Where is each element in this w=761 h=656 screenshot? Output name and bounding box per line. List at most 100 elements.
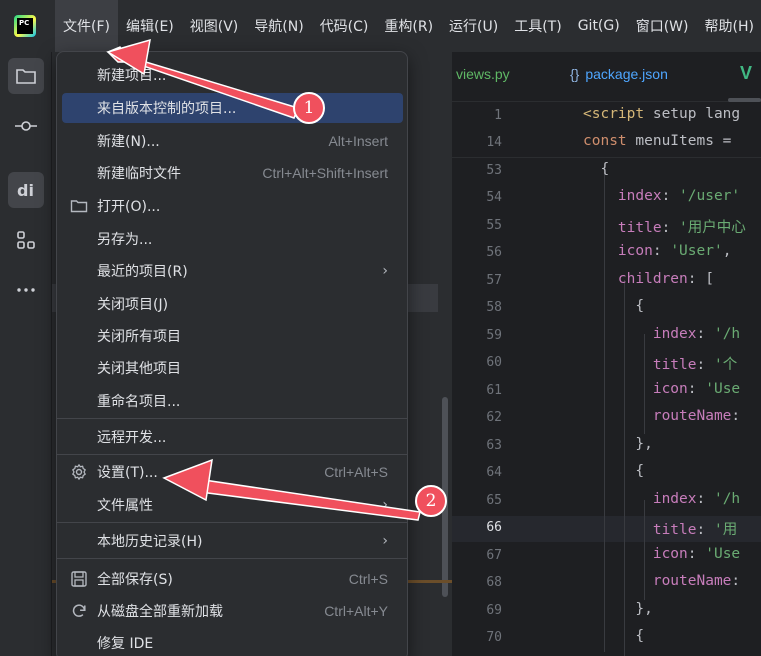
menu-4[interactable]: 代码(C) [312,0,377,52]
file-menu-item[interactable]: 关闭其他项目 [62,353,403,383]
code-editor[interactable]: 1 <script setup lang 14 const menuItems = 53… [452,102,761,656]
line-number: 59 [486,328,502,343]
data-tool-button[interactable]: di [8,172,44,208]
code-line: title: '用 [583,518,737,539]
annotation-badge-1: 1 [293,92,325,124]
folder-icon [70,197,88,215]
file-menu-item[interactable]: 新建项目... [62,60,403,90]
gear-icon [70,463,88,481]
file-menu-item[interactable]: 设置(T)... Ctrl+Alt+S [62,457,403,487]
code-token: '用 [713,522,738,538]
file-menu-dropdown: 新建项目... 来自版本控制的项目... 新建(N)... Alt+Insert 新建临… [56,51,408,656]
commit-icon [15,121,37,131]
data-icon: di [17,181,34,200]
code-line: icon: 'Use [583,546,740,562]
code-line: { [583,161,609,177]
file-menu-item[interactable]: 来自版本控制的项目... [62,93,403,123]
pycharm-logo-icon[interactable]: PC [14,15,36,37]
submenu-chevron-icon: › [382,263,388,279]
code-line: }, [583,601,653,617]
structure-tool-button[interactable] [8,222,44,258]
code-token: 'Use [705,381,741,397]
line-number: 55 [486,218,502,233]
code-line: index: '/h [583,491,740,507]
file-menu-item[interactable]: 修复 IDE [62,628,403,656]
code-line: title: '用户中心 [583,216,746,237]
code-line: children: [ [583,271,714,287]
file-menu-item[interactable]: 全部保存(S) Ctrl+S [62,564,403,594]
line-number: 58 [486,300,502,315]
file-menu-item[interactable]: 打开(O)... [62,191,403,221]
code-token: routeName [583,573,732,589]
file-menu-item-label: 新建(N)... [97,134,160,150]
json-icon: {} [570,66,580,82]
menu-5[interactable]: 重构(R) [376,0,441,52]
menu-3[interactable]: 导航(N) [246,0,311,52]
file-menu-item[interactable]: 从磁盘全部重新加载 Ctrl+Alt+Y [62,596,403,626]
code-line: routeName: [583,573,740,589]
file-menu-item-label: 修复 IDE [97,636,154,652]
file-menu-item[interactable]: 关闭所有项目 [62,321,403,351]
menu-8[interactable]: Git(G) [570,0,628,52]
reload-icon [70,602,88,620]
line-number: 66 [486,520,502,535]
file-menu-item-label: 关闭项目(J) [97,297,169,313]
structure-icon [17,231,35,249]
code-token: { [583,628,645,644]
code-line: <script setup lang [583,106,740,122]
file-menu-item-label: 从磁盘全部重新加载 [97,604,223,620]
code-token: index [583,326,697,342]
menu-0[interactable]: 文件(F) [55,0,118,52]
code-token: routeName [583,408,732,424]
file-menu-item[interactable]: 文件属性 › [62,490,403,520]
file-menu-item[interactable]: 另存为... [62,224,403,254]
file-menu-item[interactable]: 关闭项目(J) [62,289,403,319]
line-number: 62 [486,410,502,425]
code-token: }, [583,601,653,617]
code-token: : [731,408,741,424]
file-menu-item-label: 文件属性 [97,498,153,514]
code-token: '/h [713,326,741,342]
tab-package-json[interactable]: {} package.json [570,66,668,82]
code-token: : [731,573,741,589]
file-menu-item[interactable]: 重命名项目... [62,386,403,416]
menu-7[interactable]: 工具(T) [506,0,569,52]
file-menu-item[interactable]: 最近的项目(R) › [62,256,403,286]
menu-2[interactable]: 视图(V) [182,0,247,52]
code-token: title [583,220,662,236]
commit-tool-button[interactable] [8,108,44,144]
more-tools-button[interactable] [8,272,44,308]
tab-label: package.json [585,66,668,82]
code-token: icon [583,546,688,562]
file-menu-item[interactable]: 本地历史记录(H) › [62,526,403,556]
file-menu-item[interactable]: 远程开发... [62,422,403,452]
code-token: '/user' [679,188,741,204]
code-token: }, [583,436,653,452]
menu-6[interactable]: 运行(U) [441,0,506,52]
code-line: }, [583,436,653,452]
tab-views-py[interactable]: views.py [456,66,510,82]
menu-9[interactable]: 窗口(W) [628,0,697,52]
code-token: { [583,161,610,177]
line-number: 57 [486,273,502,288]
code-token: : [687,546,706,562]
menu-1[interactable]: 编辑(E) [118,0,182,52]
menu-separator [57,558,407,559]
file-menu-item-label: 来自版本控制的项目... [97,101,237,117]
code-token: menuItems = [626,133,732,149]
file-menu-item-label: 关闭所有项目 [97,329,181,345]
line-number: 69 [486,603,502,618]
tab-vue-file[interactable]: V [740,63,752,84]
code-token: icon [583,381,688,397]
project-tool-button[interactable] [8,58,44,94]
line-number: 53 [486,163,502,178]
code-line: index: '/h [583,326,740,342]
submenu-chevron-icon: › [382,533,388,549]
file-menu-item[interactable]: 新建临时文件 Ctrl+Alt+Shift+Insert [62,158,403,188]
svg-text:di: di [17,181,34,200]
code-token: <script [583,106,645,122]
file-menu-item[interactable]: 新建(N)... Alt+Insert [62,126,403,156]
code-line: const menuItems = [583,133,731,149]
code-token: '用户中心 [679,220,746,236]
menu-10[interactable]: 帮助(H) [696,0,761,52]
